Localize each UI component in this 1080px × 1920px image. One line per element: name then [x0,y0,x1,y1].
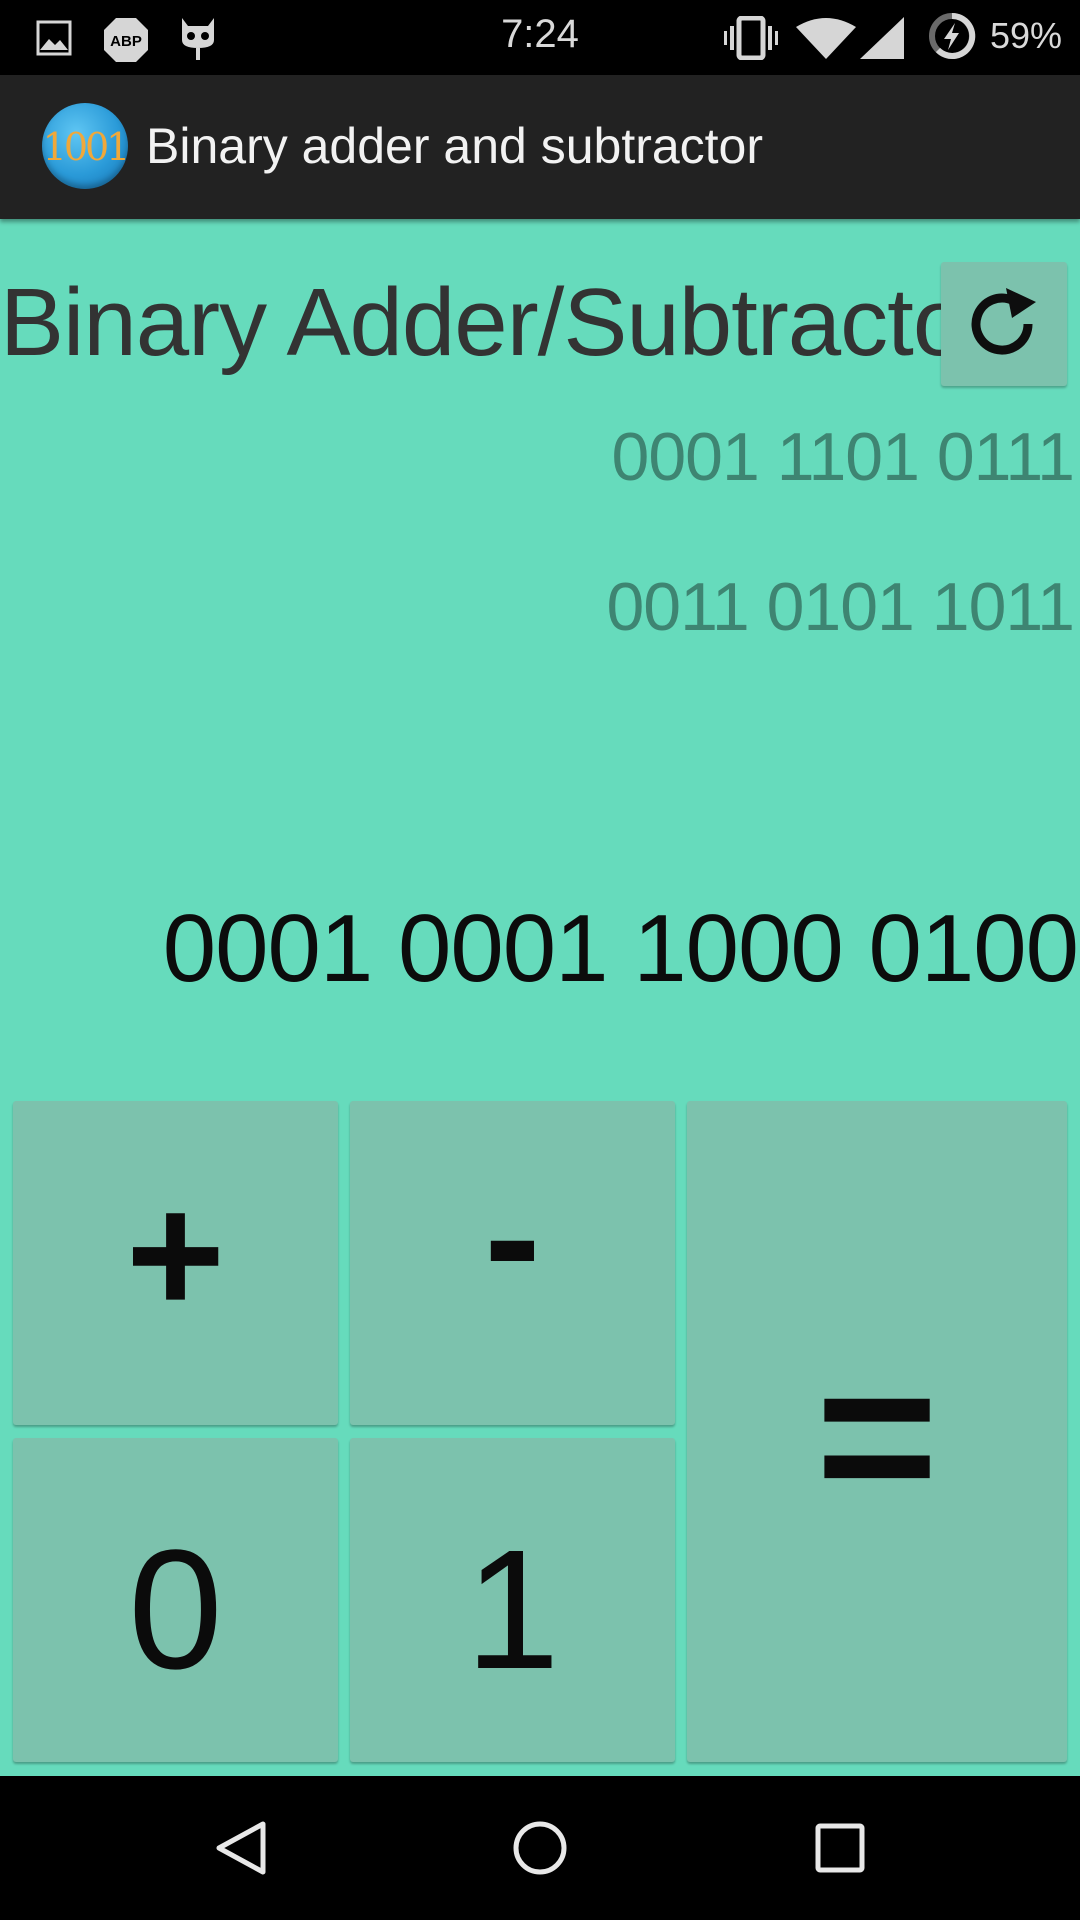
plus-label: + [125,1160,226,1350]
status-time: 7:24 [501,12,579,56]
app-logo-text: 1001 [42,125,128,169]
svg-text:ABP: ABP [110,33,142,50]
result-display: 0001 0001 1000 0100 [162,895,1079,1002]
app-logo: 1001 [42,103,128,189]
vibrate-icon [724,15,778,65]
navigation-bar [0,1776,1080,1920]
refresh-button[interactable] [941,262,1067,386]
image-icon [36,20,72,61]
minus-button[interactable]: - [350,1101,675,1425]
app-title: Binary adder and subtractor [146,118,764,174]
battery-charging-icon [928,12,976,65]
equals-label: = [815,1318,939,1553]
adblock-icon: ABP [102,16,150,69]
home-icon [513,1821,567,1875]
signal-icon [860,17,904,64]
cyanogen-icon [178,14,218,67]
back-button[interactable] [166,1776,316,1920]
zero-button[interactable]: 0 [13,1438,338,1762]
recents-icon [815,1823,865,1873]
action-bar: 1001 Binary adder and subtractor [0,75,1080,219]
one-label: 1 [465,1515,560,1705]
page-title: Binary Adder/Subtractor [0,269,997,376]
equals-button[interactable]: = [687,1101,1067,1762]
operand-a: 0001 1101 0111 [611,419,1075,495]
plus-button[interactable]: + [13,1101,338,1425]
refresh-icon [971,288,1036,355]
battery-percentage: 59% [990,15,1063,56]
operand-b: 0011 0101 1011 [606,569,1075,645]
wifi-icon [796,17,856,64]
minus-label: - [484,1142,541,1332]
status-bar: ABP 7:24 59% [0,0,1080,75]
recents-button[interactable] [765,1776,915,1920]
one-button[interactable]: 1 [350,1438,675,1762]
back-icon [216,1821,266,1875]
zero-label: 0 [128,1515,223,1705]
home-button[interactable] [465,1776,615,1920]
